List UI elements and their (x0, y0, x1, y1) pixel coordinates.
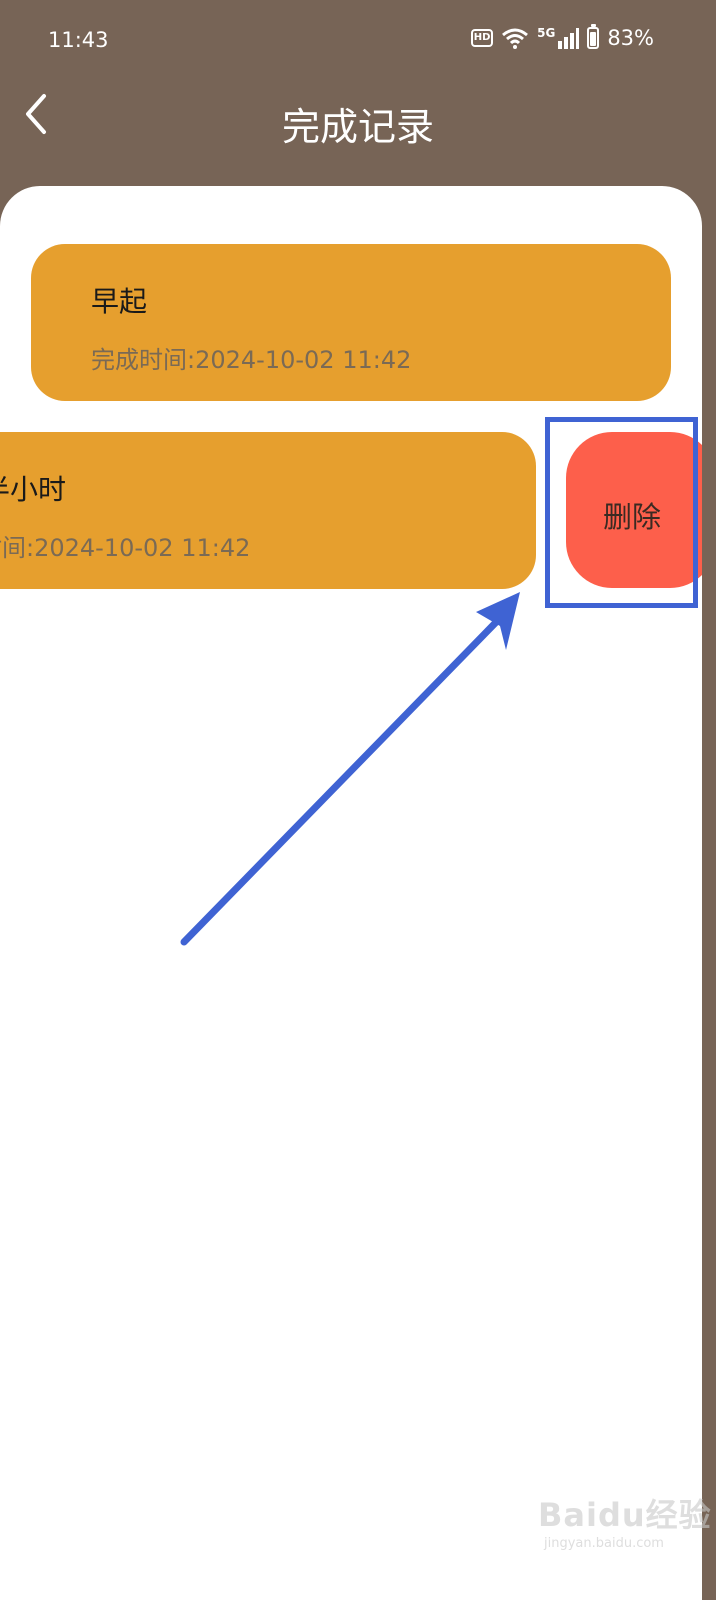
phone-screen: 11:43 HD 5G 83% 完成记录 早起 完成时间:2024-10-02 … (0, 0, 716, 1600)
wifi-icon (502, 28, 529, 49)
record-time: 完成时间:2024-10-02 11:42 (91, 346, 412, 374)
watermark-logo: Baidu经验 (538, 1496, 712, 1534)
record-item[interactable]: 早起 完成时间:2024-10-02 11:42 (31, 244, 671, 401)
record-time: 成时间:2024-10-02 11:42 (0, 534, 251, 562)
network-type: 5G (537, 26, 556, 40)
record-title: 步半小时 (0, 473, 67, 506)
status-time: 11:43 (48, 28, 109, 52)
battery-icon (587, 24, 600, 49)
status-icons: HD 5G 83% (471, 24, 654, 50)
signal-icon (558, 28, 580, 49)
annotation-highlight-box (545, 417, 698, 608)
records-list: 早起 完成时间:2024-10-02 11:42 步半小时 成时间:2024-1… (0, 186, 702, 1600)
record-item-swiped[interactable]: 步半小时 成时间:2024-10-02 11:42 (0, 432, 536, 589)
status-bar: 11:43 HD 5G 83% (0, 0, 716, 80)
page-title: 完成记录 (281, 105, 434, 149)
watermark: Baidu经验 jingyan.baidu.com (538, 1490, 712, 1551)
header: 完成记录 (0, 80, 716, 190)
hd-icon: HD (471, 29, 494, 47)
battery-percent: 83% (607, 26, 654, 50)
record-title: 早起 (91, 285, 148, 318)
watermark-url: jingyan.baidu.com (544, 1536, 664, 1551)
